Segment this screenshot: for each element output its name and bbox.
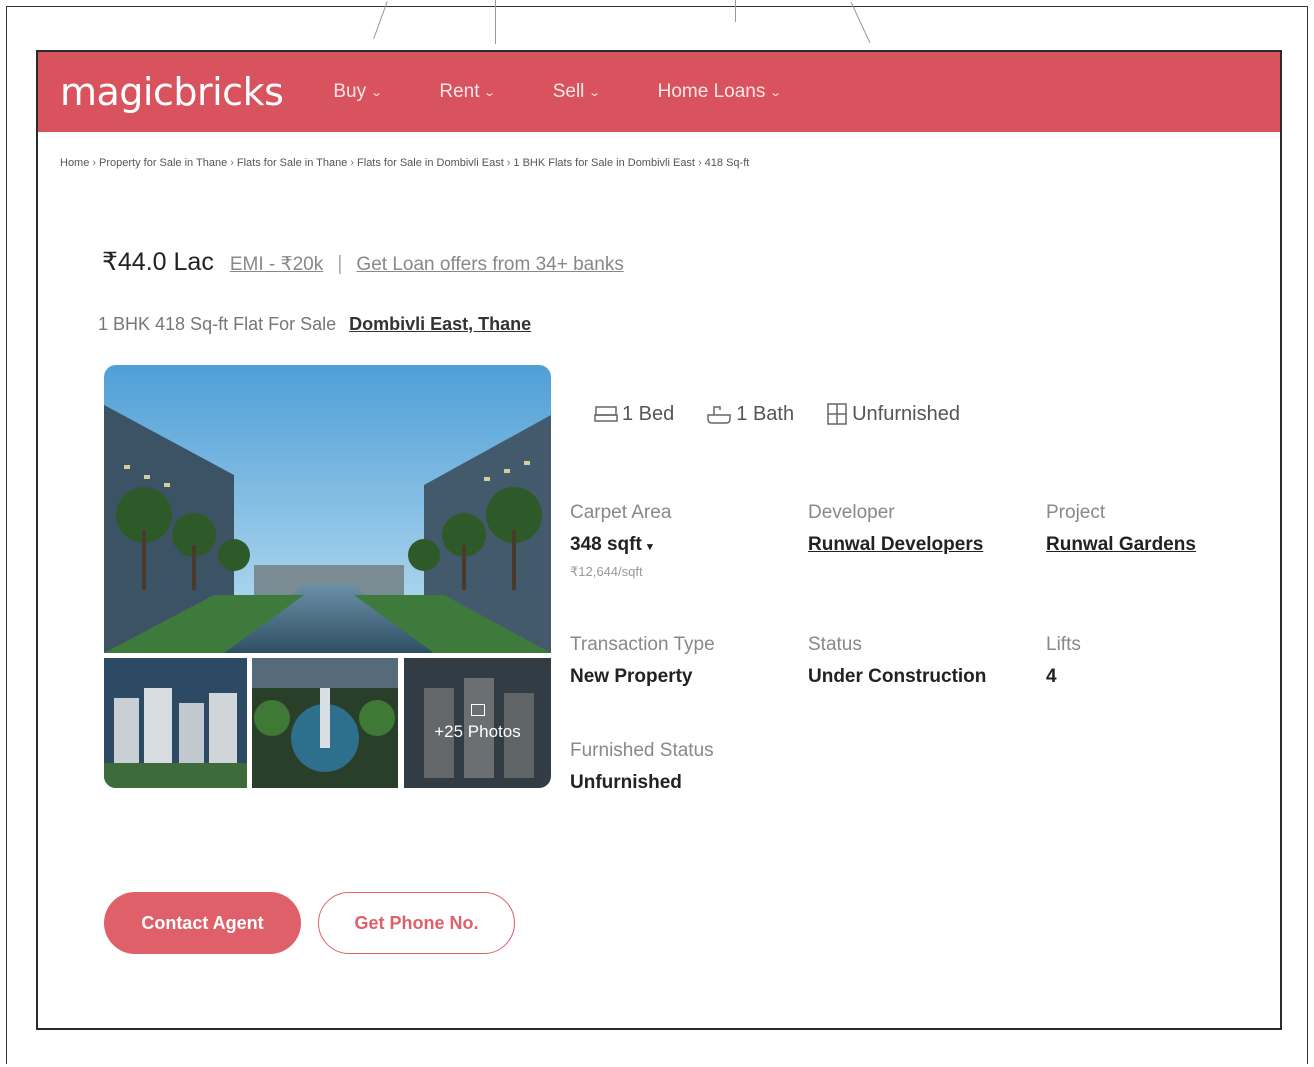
- breadcrumb-current: 418 Sq-ft: [704, 157, 750, 169]
- nav-buy-label: Buy: [333, 81, 367, 102]
- magicbricks-logo[interactable]: magicbricks: [60, 70, 284, 114]
- breadcrumb-separator: ›: [92, 157, 97, 169]
- thumbnail-illustration: [104, 658, 247, 788]
- nav-rent[interactable]: Rent ⌄: [439, 81, 497, 103]
- bath-label: 1 Bath: [736, 402, 795, 425]
- contact-agent-button[interactable]: Contact Agent: [104, 892, 301, 954]
- breadcrumb-separator: ›: [350, 157, 355, 169]
- bath-icon: [707, 406, 732, 424]
- nav-sell-label: Sell: [552, 81, 585, 102]
- sketch-mark: [495, 0, 496, 44]
- sketch-mark: [735, 0, 736, 22]
- photo-thumbnail[interactable]: [104, 658, 247, 788]
- nav-home-loans-label: Home Loans: [657, 81, 766, 102]
- status-label: Status: [808, 634, 862, 655]
- listing-page: magicbricks Buy ⌄ Rent ⌄ Sell ⌄ Home Loans ⌄…: [36, 50, 1282, 1030]
- more-photos-label: +25 Photos: [434, 722, 521, 741]
- chevron-down-icon: ▾: [647, 541, 653, 553]
- breadcrumb-flats-dombivli[interactable]: Flats for Sale in Dombivli East: [357, 157, 504, 169]
- emi-link[interactable]: EMI - ₹20k: [230, 253, 323, 276]
- carpet-area-value[interactable]: 348 sqft ▾: [570, 534, 671, 556]
- bed-label: 1 Bed: [622, 402, 675, 425]
- chevron-down-icon: ⌄: [769, 86, 783, 99]
- detail-developer: Developer Runwal Developers: [808, 502, 983, 556]
- detail-lifts: Lifts 4: [1046, 634, 1081, 688]
- amenity-furnishing: Unfurnished: [826, 402, 960, 426]
- price-per-sqft: ₹12,644/sqft: [570, 564, 643, 579]
- photo-thumbnail[interactable]: [252, 658, 398, 788]
- amenity-bath: 1 Bath: [706, 403, 794, 426]
- price-row: ₹44.0 Lac EMI - ₹20k | Get Loan offers f…: [102, 247, 624, 277]
- property-price: ₹44.0 Lac: [102, 248, 214, 276]
- location-link[interactable]: Dombivli East, Thane: [349, 314, 531, 334]
- lifts-value: 4: [1046, 666, 1057, 687]
- furnishing-label: Unfurnished: [852, 402, 960, 425]
- more-photos-thumbnail[interactable]: +25 Photos: [404, 658, 551, 788]
- detail-carpet-area: Carpet Area 348 sqft ▾ ₹12,644/sqft: [570, 502, 671, 580]
- more-photos-overlay: +25 Photos: [404, 658, 551, 788]
- transaction-type-label: Transaction Type: [570, 634, 715, 655]
- furnishing-icon: [827, 403, 847, 425]
- breadcrumb-property-thane[interactable]: Property for Sale in Thane: [99, 157, 227, 169]
- detail-transaction-type: Transaction Type New Property: [570, 634, 715, 688]
- nav-rent-label: Rent: [439, 81, 480, 102]
- nav-home-loans[interactable]: Home Loans ⌄: [657, 81, 783, 103]
- lifts-label: Lifts: [1046, 634, 1081, 655]
- main-property-photo[interactable]: [104, 365, 551, 653]
- property-photo-illustration: [104, 365, 551, 653]
- price-separator: |: [337, 253, 343, 275]
- chevron-down-icon: ⌄: [588, 86, 602, 99]
- chevron-down-icon: ⌄: [370, 86, 384, 99]
- project-label: Project: [1046, 502, 1106, 523]
- nav-buy[interactable]: Buy ⌄: [333, 81, 384, 103]
- transaction-type-value: New Property: [570, 666, 693, 687]
- carpet-area-number: 348 sqft: [570, 534, 642, 555]
- breadcrumb-home[interactable]: Home: [60, 157, 89, 169]
- detail-furnished-status: Furnished Status Unfurnished: [570, 740, 714, 794]
- bed-icon: [594, 406, 618, 422]
- get-phone-button[interactable]: Get Phone No.: [318, 892, 515, 954]
- property-subtitle: 1 BHK 418 Sq-ft Flat For Sale Dombivli E…: [98, 314, 531, 335]
- breadcrumb: Home › Property for Sale in Thane › Flats fo…: [60, 157, 749, 169]
- top-navbar: magicbricks Buy ⌄ Rent ⌄ Sell ⌄ Home Loans ⌄: [38, 52, 1280, 132]
- status-value: Under Construction: [808, 666, 987, 687]
- breadcrumb-separator: ›: [698, 157, 702, 169]
- image-icon: [470, 704, 485, 716]
- breadcrumb-separator: ›: [230, 157, 234, 169]
- breadcrumb-separator: ›: [506, 157, 511, 169]
- detail-status: Status Under Construction: [808, 634, 986, 688]
- furnished-status-value: Unfurnished: [570, 772, 682, 793]
- amenities-row: 1 Bed 1 Bath Unfurnished: [594, 402, 992, 426]
- developer-label: Developer: [808, 502, 895, 523]
- amenity-bed: 1 Bed: [594, 403, 674, 426]
- furnished-status-label: Furnished Status: [570, 740, 714, 761]
- carpet-area-label: Carpet Area: [570, 502, 672, 523]
- property-title: 1 BHK 418 Sq-ft Flat For Sale: [98, 314, 337, 334]
- chevron-down-icon: ⌄: [483, 86, 497, 99]
- developer-link[interactable]: Runwal Developers: [808, 534, 983, 556]
- loan-offers-link[interactable]: Get Loan offers from 34+ banks: [356, 254, 623, 276]
- project-link[interactable]: Runwal Gardens: [1046, 534, 1196, 556]
- detail-project: Project Runwal Gardens: [1046, 502, 1196, 556]
- breadcrumb-1bhk-dombivli[interactable]: 1 BHK Flats for Sale in Dombivli East: [513, 157, 695, 169]
- breadcrumb-flats-thane[interactable]: Flats for Sale in Thane: [237, 157, 347, 169]
- nav-sell[interactable]: Sell ⌄: [552, 81, 602, 103]
- thumbnail-illustration: [252, 658, 398, 788]
